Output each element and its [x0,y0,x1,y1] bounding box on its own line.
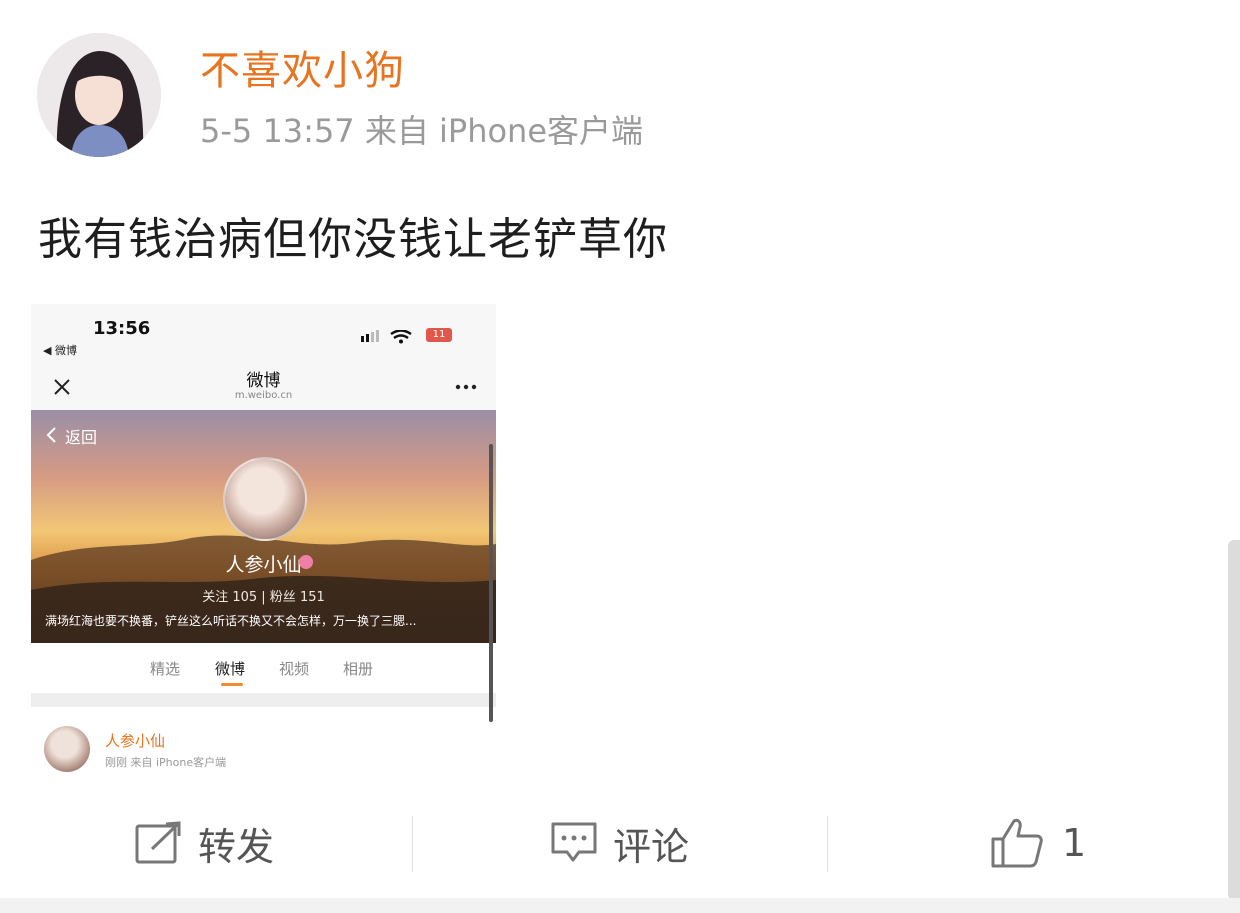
more-icon[interactable] [455,384,477,390]
repost-label: 转发 [198,824,275,869]
bottom-strip [0,898,1240,913]
vip-badge-icon [299,555,313,569]
tab-video[interactable]: 视频 [279,658,309,679]
active-tab-indicator [221,683,243,686]
feed-meta: 刚刚 来自 iPhone客户端 [105,756,227,769]
profile-avatar[interactable] [223,457,307,541]
author-name[interactable]: 不喜欢小狗 [200,38,405,96]
like-count: 1 [1062,821,1087,865]
like-button[interactable]: 1 [990,812,1086,874]
embedded-time: 13:56 [93,318,151,339]
embedded-nav-title: 微博 [246,371,281,391]
like-icon [991,818,1043,868]
feed-item[interactable] [31,707,496,776]
feed-divider [31,693,496,707]
tab-album[interactable]: 相册 [343,658,373,679]
tab-weibo[interactable]: 微博 [215,658,245,679]
profile-name: 人参小仙 [225,554,302,576]
back-link[interactable]: 返回 [65,424,97,448]
profile-stats[interactable]: 关注 105 | 粉丝 151 [31,586,496,605]
comment-button[interactable]: 评论 [549,812,689,874]
page-scrollbar[interactable] [1228,540,1240,900]
embedded-nav-domain: m.weibo.cn [234,390,293,401]
wifi-icon [390,330,412,344]
comment-label: 评论 [613,824,690,869]
battery-icon: 11 [426,328,452,342]
tab-featured[interactable]: 精选 [150,658,180,679]
feed-avatar[interactable] [44,726,90,772]
embedded-screenshot[interactable]: 13:56 ◀ 微博 11 微博 m.weibo.cn 返回 人参小仙 关注 1… [31,304,496,776]
profile-bio: 满场红海也要不换番，铲丝这么听话不换又不会怎样，万一换了三腮... [45,614,417,628]
embedded-back-app: ◀ 微博 [43,344,77,357]
embedded-scrollbar[interactable] [489,444,493,722]
signal-icon [361,330,379,342]
feed-author-name[interactable]: 人参小仙 [105,730,165,751]
action-separator [827,816,828,872]
repost-button[interactable]: 转发 [134,812,274,874]
post-text: 我有钱治病但你没钱让老铲草你 [38,214,668,265]
comment-icon [551,822,597,862]
post-meta: 5-5 13:57 来自 iPhone客户端 [200,112,644,150]
author-avatar[interactable] [37,33,161,157]
repost-icon [135,821,181,864]
action-separator [412,816,413,872]
profile-tabs [31,643,496,693]
chevron-left-icon[interactable] [45,426,57,444]
signal-wifi-icons [361,330,412,344]
